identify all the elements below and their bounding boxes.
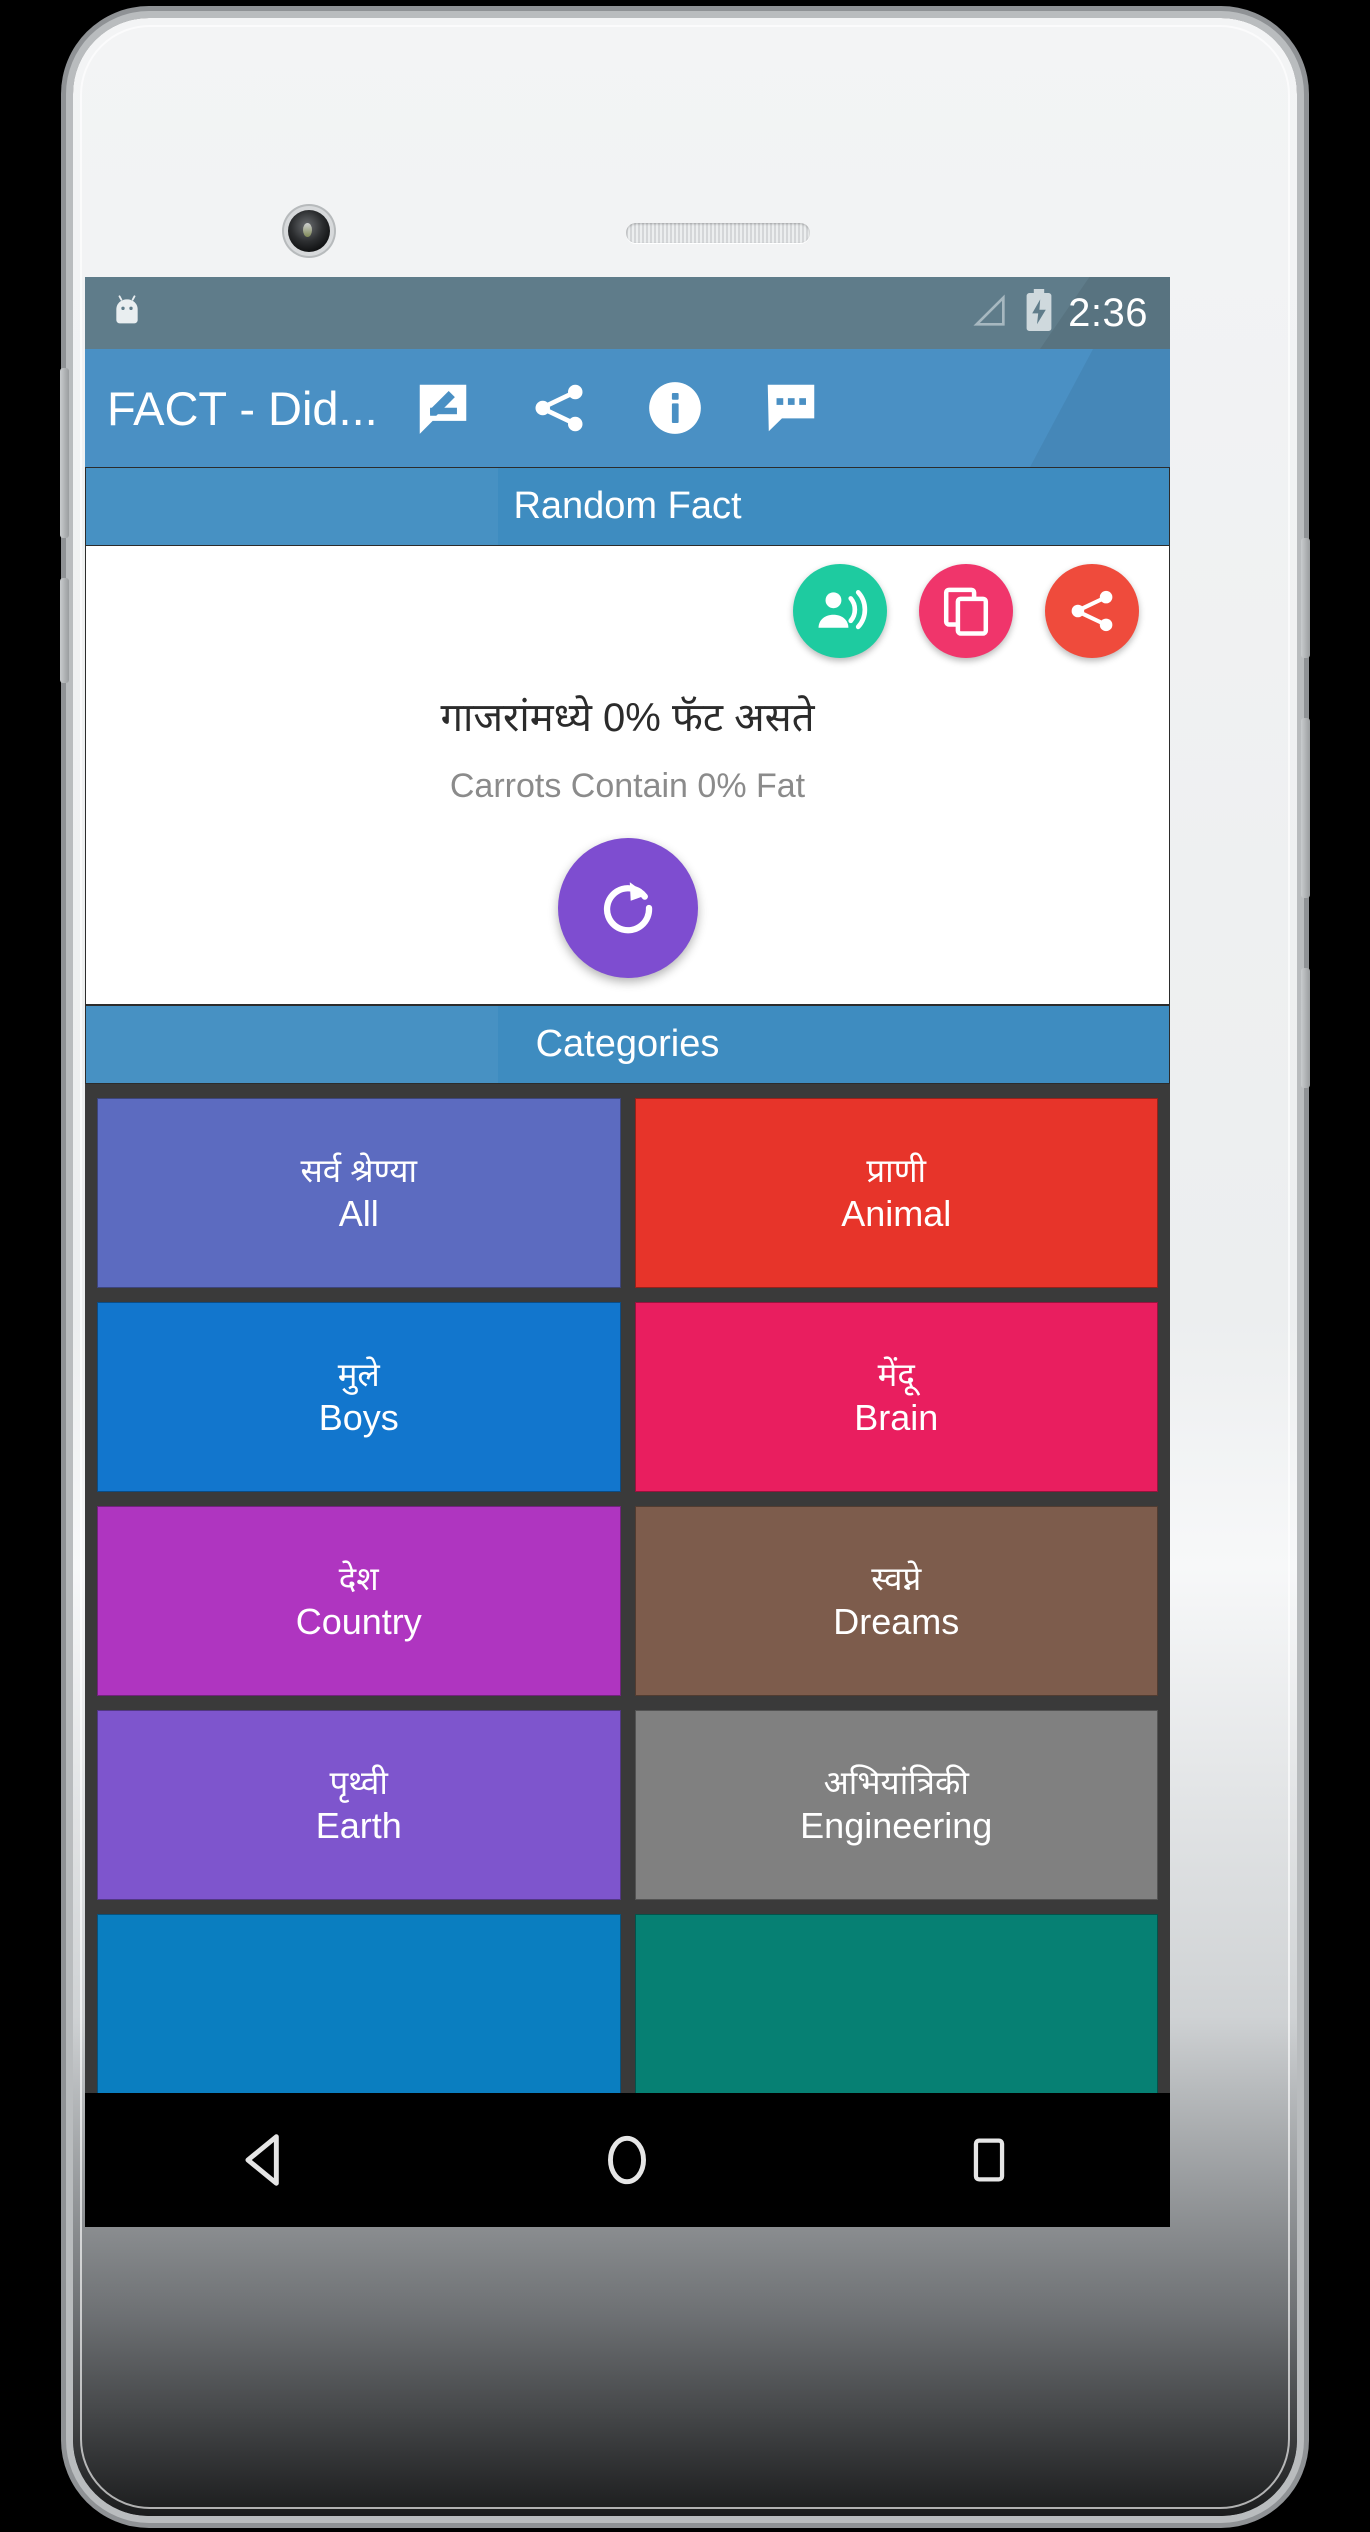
back-button[interactable] <box>206 2100 326 2220</box>
category-tile[interactable]: प्राणी Animal <box>634 1098 1158 1288</box>
recents-button[interactable] <box>929 2100 1049 2220</box>
power-button[interactable] <box>60 578 69 683</box>
category-label-native: अभियांत्रिकी <box>823 1763 969 1801</box>
category-tile[interactable]: मेंदू Brain <box>634 1302 1158 1492</box>
status-bar-left <box>107 291 147 336</box>
category-label-native: सर्व श्रेण्या <box>300 1151 418 1189</box>
category-label-native: पृथ्वी <box>329 1763 388 1801</box>
category-label-native: प्राणी <box>866 1151 927 1189</box>
status-bar-clock: 2:36 <box>1068 290 1148 335</box>
app-bar: FACT - Did... <box>85 349 1170 467</box>
feedback-icon[interactable] <box>758 375 824 441</box>
fact-share-button[interactable] <box>1045 564 1139 658</box>
rate-review-icon[interactable] <box>410 375 476 441</box>
category-label-english: Country <box>295 1601 422 1643</box>
category-label-english: All <box>338 1193 379 1235</box>
earpiece-speaker <box>626 223 810 243</box>
random-fact-card: गाजरांमध्ये 0% फॅट असते Carrots Contain … <box>85 546 1170 1005</box>
category-label-native: मुले <box>337 1355 380 1393</box>
status-bar-right: 2:36 <box>970 288 1148 338</box>
side-button-right-bottom[interactable] <box>1301 968 1310 1088</box>
refresh-row <box>86 838 1169 978</box>
speak-button[interactable] <box>793 564 887 658</box>
share-icon[interactable] <box>526 375 592 441</box>
android-navigation-bar <box>85 2093 1170 2227</box>
category-tile[interactable]: सर्व श्रेण्या All <box>97 1098 621 1288</box>
phone-screen: 2:36 FACT - Did... Random Fact गाजरांमध्… <box>85 277 1170 2227</box>
category-tile[interactable]: देश Country <box>97 1506 621 1696</box>
category-tile[interactable]: मुले Boys <box>97 1302 621 1492</box>
volume-button[interactable] <box>60 368 69 538</box>
copy-button[interactable] <box>919 564 1013 658</box>
category-tile[interactable]: स्वप्ने Dreams <box>634 1506 1158 1696</box>
category-label-native: मेंदू <box>877 1355 915 1393</box>
category-tile[interactable] <box>634 1914 1158 2104</box>
category-label-english: Boys <box>318 1397 399 1439</box>
android-mascot-icon <box>107 291 147 336</box>
category-tile[interactable] <box>97 1914 621 2104</box>
info-icon[interactable] <box>642 375 708 441</box>
category-tile[interactable]: पृथ्वी Earth <box>97 1710 621 1900</box>
category-label-english: Brain <box>854 1397 939 1439</box>
app-bar-actions <box>410 375 824 441</box>
status-bar: 2:36 <box>85 277 1170 349</box>
side-button-right-middle[interactable] <box>1301 718 1310 898</box>
random-fact-header: Random Fact <box>85 467 1170 546</box>
category-label-native: स्वप्ने <box>871 1559 922 1597</box>
fact-text-native: गाजरांमध्ये 0% फॅट असते <box>440 696 815 740</box>
fact-text-english: Carrots Contain 0% Fat <box>449 767 806 805</box>
front-camera-icon <box>288 210 330 252</box>
fact-action-row <box>86 564 1169 658</box>
category-tile[interactable]: अभियांत्रिकी Engineering <box>634 1710 1158 1900</box>
side-button-right-top[interactable] <box>1301 538 1310 658</box>
category-label-native: देश <box>338 1559 379 1597</box>
categories-header: Categories <box>85 1005 1170 1084</box>
category-label-english: Engineering <box>800 1805 993 1847</box>
main-content: Random Fact गाजरांमध्ये 0% फॅट असते Carr… <box>85 467 1170 2104</box>
signal-icon <box>970 291 1010 336</box>
app-title: FACT - Did... <box>107 381 378 435</box>
category-label-english: Dreams <box>833 1601 960 1643</box>
categories-grid: सर्व श्रेण्या All प्राणी Animal मुले Boys मेंद… <box>85 1084 1170 2104</box>
category-label-english: Animal <box>841 1193 952 1235</box>
battery-charging-icon <box>1022 288 1056 338</box>
category-label-english: Earth <box>315 1805 402 1847</box>
refresh-button[interactable] <box>557 838 698 978</box>
home-button[interactable] <box>567 2100 687 2220</box>
